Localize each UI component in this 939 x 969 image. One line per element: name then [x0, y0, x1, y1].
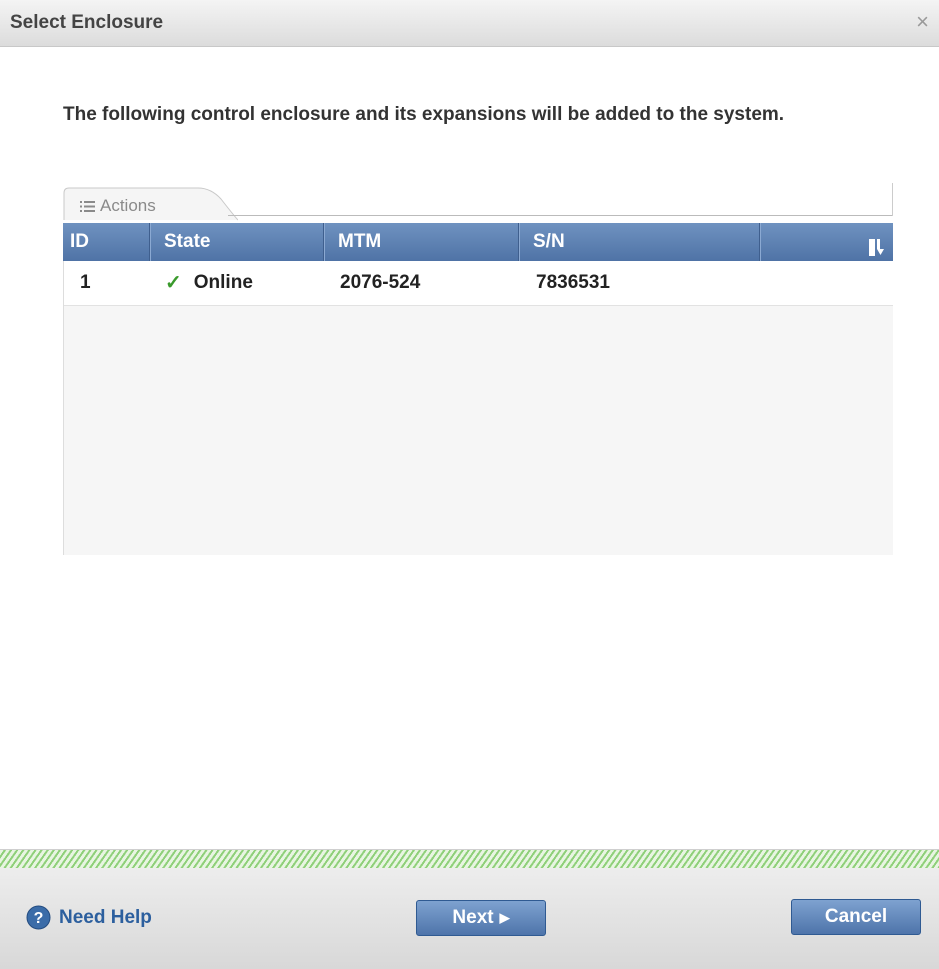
dialog-title: Select Enclosure: [10, 12, 164, 33]
svg-text:?: ?: [34, 910, 44, 927]
need-help-label: Need Help: [59, 906, 152, 928]
check-icon: ✓: [165, 272, 182, 294]
next-button[interactable]: Next ▶: [416, 900, 546, 936]
actions-tab-label: Actions: [80, 196, 156, 216]
grid-edge: [892, 183, 893, 216]
cell-mtm: 2076-524: [340, 272, 421, 293]
cancel-button[interactable]: Cancel: [791, 899, 921, 935]
play-arrow-icon: ▶: [499, 910, 510, 925]
column-header-id[interactable]: ID: [63, 223, 150, 261]
table-row[interactable]: 1 ✓ Online 2076-524 7836531: [64, 261, 893, 306]
intro-text: The following control enclosure and its …: [63, 104, 785, 125]
column-header-state[interactable]: State: [150, 223, 324, 261]
cell-id: 1: [80, 272, 91, 293]
dialog-titlebar: Select Enclosure ×: [0, 0, 939, 47]
column-header-extra: [760, 223, 893, 261]
help-icon: ?: [26, 905, 51, 930]
column-header-mtm[interactable]: MTM: [324, 223, 519, 261]
close-icon[interactable]: ×: [916, 9, 929, 35]
need-help-link[interactable]: ? Need Help: [26, 905, 152, 930]
next-label: Next: [452, 907, 494, 928]
actions-label: Actions: [100, 196, 156, 215]
progress-stripe: [0, 849, 939, 869]
grid-header: ID State MTM S/N: [63, 223, 893, 261]
list-icon: [80, 200, 95, 212]
cell-sn: 7836531: [536, 272, 610, 293]
actions-tab[interactable]: Actions: [63, 187, 238, 221]
dialog-footer: ? Need Help Next ▶ Cancel: [0, 868, 939, 969]
cell-state: ✓ Online: [165, 261, 253, 305]
enclosure-grid: Actions ID State MTM S/N 1 ✓ Online 2076…: [63, 183, 893, 555]
grid-divider: [228, 215, 893, 216]
state-label: Online: [193, 272, 253, 293]
grid-body: 1 ✓ Online 2076-524 7836531: [63, 261, 893, 555]
column-header-sn[interactable]: S/N: [519, 223, 760, 261]
